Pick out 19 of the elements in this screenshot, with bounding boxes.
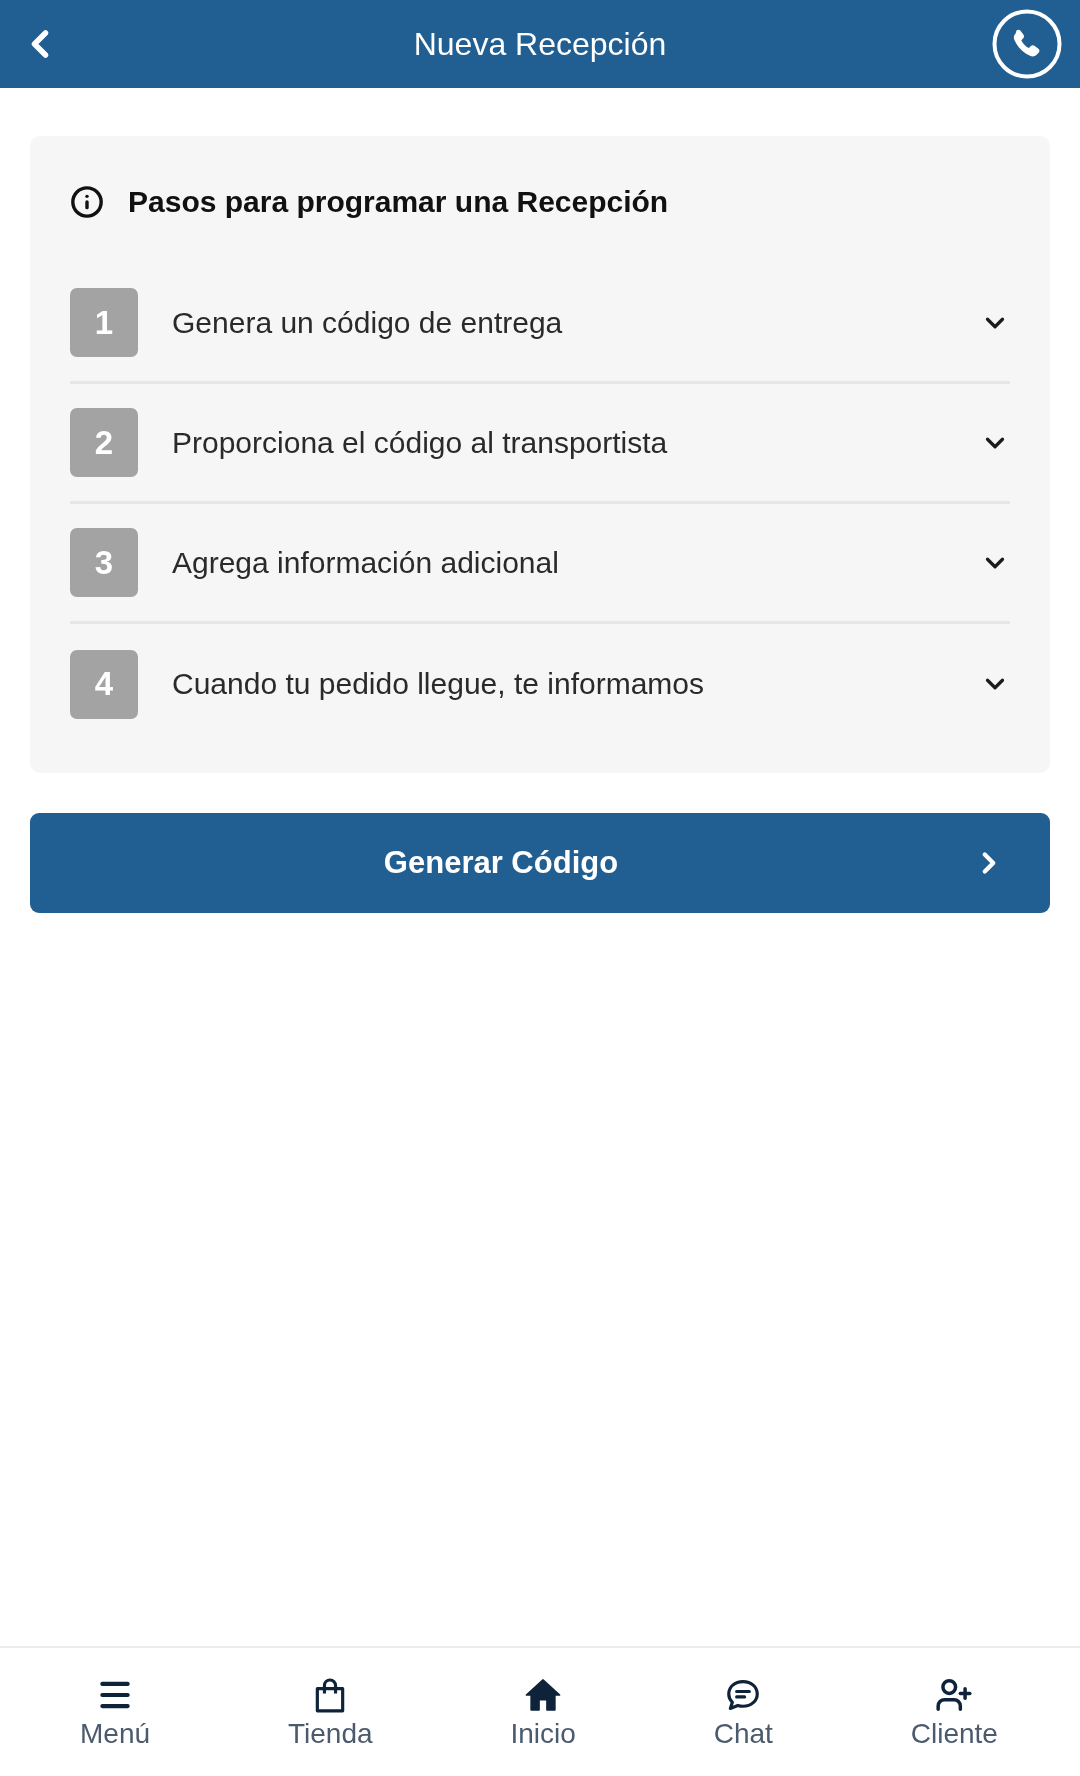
nav-item[interactable]: Tienda — [287, 1676, 373, 1750]
nav-item[interactable]: Cliente — [910, 1676, 998, 1750]
step-number-badge: 1 — [70, 288, 138, 357]
step-row[interactable]: 1 Genera un código de entrega — [70, 264, 1010, 384]
generate-code-button[interactable]: Generar Código — [30, 813, 1050, 913]
add-user-icon — [935, 1676, 974, 1714]
phone-icon[interactable] — [992, 9, 1062, 79]
step-number-badge: 4 — [70, 649, 138, 719]
step-row[interactable]: 3 Agrega información adicional — [70, 504, 1010, 624]
info-icon — [70, 185, 104, 219]
step-row[interactable]: 4 Cuando tu pedido llegue, te informamos — [70, 624, 1010, 744]
nav-item[interactable]: Menú — [80, 1676, 151, 1750]
nav-item[interactable]: Inicio — [510, 1676, 576, 1750]
step-number-badge: 3 — [70, 528, 138, 597]
step-number-badge: 2 — [70, 408, 138, 477]
nav-item[interactable]: Chat — [713, 1676, 773, 1750]
step-row[interactable]: 2 Proporciona el código al transportista — [70, 384, 1010, 504]
card-title: Pasos para programar una Recepción — [128, 185, 669, 219]
page-title: Nueva Recepción — [413, 25, 667, 63]
